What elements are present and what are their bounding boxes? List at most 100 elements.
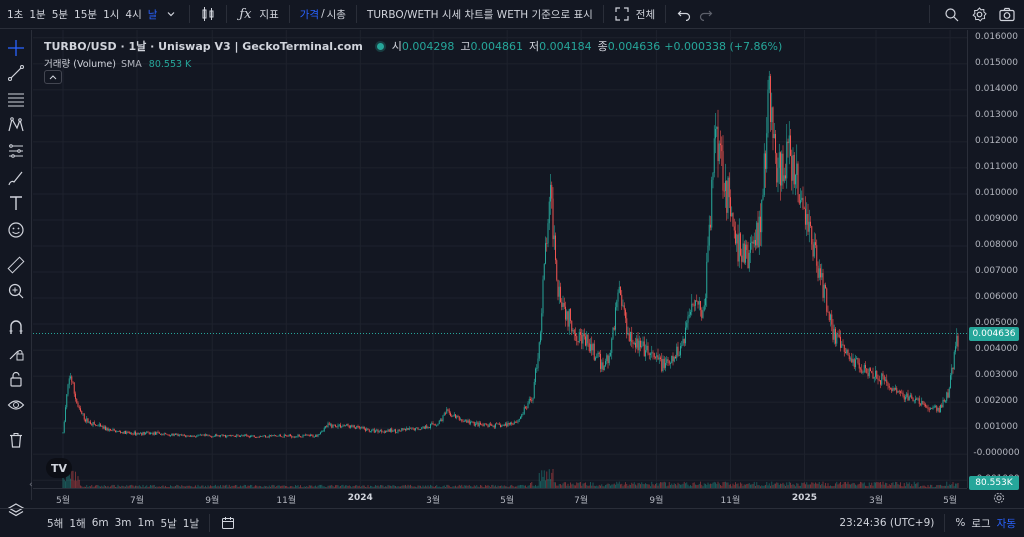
candle-body [923,403,925,405]
range-6[interactable]: 1날 [180,516,202,531]
candle-body [327,423,329,427]
candle-body [193,435,195,437]
candle-body [703,305,705,311]
quick-search-icon[interactable] [940,3,962,25]
price-toggle[interactable]: 가격 [297,7,320,22]
text-icon[interactable] [5,192,27,214]
pattern-icon[interactable] [5,114,27,136]
candle-body [451,415,453,417]
price-chart[interactable] [33,30,967,488]
fullscreen-button[interactable]: 전체 [633,7,658,22]
range-5[interactable]: 5날 [157,516,179,531]
candle-body [296,436,298,438]
percent-toggle[interactable]: % [952,517,968,529]
candle-body [135,431,136,435]
candle-body [890,387,891,389]
interval-5[interactable]: 4시 [122,7,144,22]
candle-body [280,435,281,437]
indicators-icon[interactable]: ƒx [234,3,256,25]
candle-body [203,434,205,436]
candle-body [798,194,800,204]
emoji-icon[interactable] [5,219,27,241]
auto-toggle[interactable]: 자동 [994,516,1024,531]
volume-bar [546,471,548,488]
interval-1[interactable]: 1분 [26,7,48,22]
candle-body [386,430,388,432]
magnet-icon[interactable] [5,316,27,338]
candle-body [898,391,900,393]
scale-settings-icon[interactable] [990,490,1008,506]
interval-0[interactable]: 1초 [4,7,26,22]
mcap-toggle[interactable]: 시총 [326,7,349,22]
candle-body [247,435,249,437]
candle-body [685,327,686,344]
range-0[interactable]: 5해 [44,516,66,531]
range-3[interactable]: 3m [112,517,135,529]
candle-body [781,153,783,186]
candle-body [806,214,808,225]
range-2[interactable]: 6m [89,517,112,529]
price-scale[interactable]: 0.016000 0.015000 0.014000 0.013000 0.012000… [967,30,1024,488]
candles-icon[interactable] [197,3,219,25]
candle-body [821,273,823,278]
interval-2[interactable]: 5분 [49,7,71,22]
candle-body [580,332,581,335]
candle-body [62,432,64,434]
camera-icon[interactable] [996,3,1018,25]
log-toggle[interactable]: 로그 [968,516,993,531]
tradingview-logo[interactable]: TV [46,458,72,478]
interval-3[interactable]: 15분 [71,7,100,22]
price-tick: 0.002000 [975,396,1018,407]
trash-icon[interactable] [5,429,27,451]
settings-gear-icon[interactable] [968,3,990,25]
undo-icon[interactable] [673,3,695,25]
symbol-title[interactable]: TURBO/USD · 1날 · Uniswap V3 | GeckoTermi… [44,38,363,54]
candle-body [360,427,361,429]
interval-4[interactable]: 1시 [100,7,122,22]
chevron-down-icon[interactable] [160,3,182,25]
candle-body [671,355,673,364]
time-scale[interactable]: 5월 7월 9월 11월 2024 3월 5월 7월 9월 11월 2025 3월 5월 [33,488,967,508]
lock-icon[interactable] [5,368,27,390]
candle-body [552,198,554,240]
candle-body [770,76,771,123]
candle-body [361,427,363,429]
candle-body [473,421,475,426]
range-1[interactable]: 1해 [66,516,88,531]
zoom-in-icon[interactable] [5,280,27,302]
calendar-icon[interactable] [217,512,239,534]
candle-body [138,433,140,435]
fullscreen-icon[interactable] [611,3,633,25]
candle-body [216,434,218,437]
candle-body [733,226,735,231]
candle-body [146,431,148,434]
candle-body [813,242,815,257]
indicators-button[interactable]: 지표 [256,7,281,22]
lock-drawings-icon[interactable] [5,342,27,364]
candle-body [878,379,880,381]
interval-6[interactable]: 날 [145,7,161,22]
redo-icon[interactable] [695,3,717,25]
candle-body [645,350,646,357]
eye-icon[interactable] [5,394,27,416]
fib-retracement-icon[interactable] [5,88,27,110]
price-tick: 0.013000 [975,109,1018,120]
range-4[interactable]: 1m [135,517,158,529]
candle-body [490,423,491,425]
ruler-icon[interactable] [5,254,27,276]
legend-collapse-button[interactable] [44,70,62,84]
prediction-icon[interactable] [5,140,27,162]
candle-body [281,436,283,438]
candle-body [646,345,648,351]
candle-body [130,432,131,434]
candle-body [340,424,341,428]
volume-name[interactable]: 거래량 (Volume) [44,59,116,70]
candle-body [600,353,601,369]
candle-body [738,233,740,262]
crosshair-icon[interactable] [5,37,27,59]
candle-body [903,395,905,400]
brush-icon[interactable] [5,167,27,189]
timezone-clock[interactable]: 23:24:36 (UTC+9) [836,517,937,529]
trend-line-icon[interactable] [5,62,27,84]
pair-toggle-button[interactable]: TURBO/WETH 시세 차트를 WETH 기준으로 표시 [364,7,596,22]
